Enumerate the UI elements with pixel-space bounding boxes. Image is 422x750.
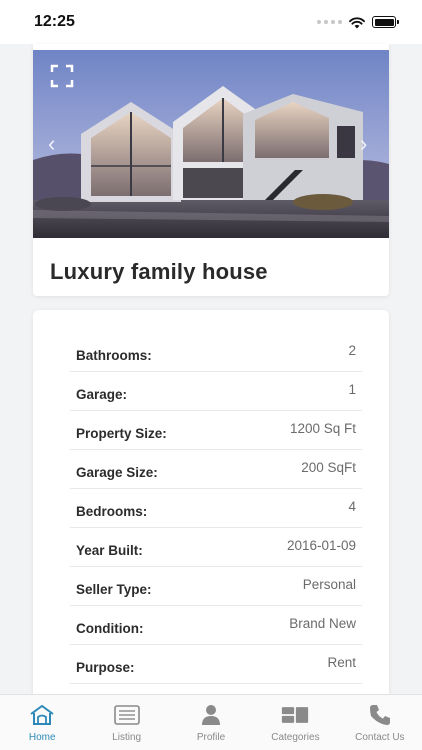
detail-value: 4	[348, 498, 356, 514]
status-time: 12:25	[34, 13, 75, 30]
status-icons	[317, 16, 399, 29]
detail-label: Garage Size:	[76, 464, 158, 480]
detail-row-bathrooms: Bathrooms: 2	[70, 333, 362, 372]
detail-value: 1	[348, 381, 356, 397]
detail-label: Garage:	[76, 386, 128, 402]
profile-icon	[197, 703, 225, 727]
detail-row-seller-type: Seller Type: Personal	[70, 567, 362, 606]
next-image-icon[interactable]: ›	[360, 133, 374, 155]
detail-value: 200 SqFt	[301, 459, 356, 475]
tab-label: Profile	[196, 732, 226, 743]
tab-label: Categories	[271, 732, 320, 743]
signal-icon	[317, 20, 342, 24]
tab-listing[interactable]: Listing	[84, 695, 168, 750]
property-image[interactable]: ‹ ›	[33, 50, 389, 238]
battery-icon	[372, 16, 399, 28]
tab-home[interactable]: Home	[0, 695, 84, 750]
status-bar: 12:25	[0, 0, 422, 44]
detail-row-property-size: Property Size: 1200 Sq Ft	[70, 411, 362, 450]
tab-categories[interactable]: Categories	[253, 695, 337, 750]
detail-label: Condition:	[76, 620, 144, 636]
detail-row-purpose: Purpose: Rent	[70, 645, 362, 684]
detail-label: Year Built:	[76, 542, 143, 558]
tab-label: Home	[28, 732, 56, 743]
detail-value: 1200 Sq Ft	[289, 420, 356, 436]
listing-hero-card: ‹ › Luxury family house	[33, 44, 389, 296]
fullscreen-icon[interactable]	[50, 64, 74, 88]
previous-image-icon[interactable]: ‹	[48, 133, 62, 155]
detail-label: Bedrooms:	[76, 503, 148, 519]
tab-profile[interactable]: Profile	[169, 695, 253, 750]
tab-label: Contact Us	[355, 732, 405, 743]
detail-row-year-built: Year Built: 2016-01-09	[70, 528, 362, 567]
categories-icon	[281, 703, 309, 727]
bottom-tab-bar: Home Listing Profile Categories Contact …	[0, 694, 422, 750]
detail-value: Personal	[302, 576, 356, 592]
detail-label: Seller Type:	[76, 581, 152, 597]
detail-row-condition: Condition: Brand New	[70, 606, 362, 645]
detail-value: Rent	[327, 654, 356, 670]
listing-icon	[113, 703, 141, 727]
detail-label: Property Size:	[76, 425, 167, 441]
home-icon	[28, 703, 56, 727]
detail-value: 2	[348, 342, 356, 358]
tab-contact-us[interactable]: Contact Us	[338, 695, 422, 750]
tab-label: Listing	[112, 732, 142, 743]
detail-label: Bathrooms:	[76, 347, 152, 363]
wifi-icon	[349, 16, 365, 28]
detail-label: Purpose:	[76, 659, 135, 675]
phone-icon	[366, 703, 394, 727]
detail-row-garage: Garage: 1	[70, 372, 362, 411]
detail-value: 2016-01-09	[286, 537, 356, 553]
property-details-card: Bathrooms: 2 Garage: 1 Property Size: 12…	[33, 310, 389, 710]
detail-value: Brand New	[289, 615, 356, 631]
listing-title: Luxury family house	[50, 259, 268, 284]
detail-row-garage-size: Garage Size: 200 SqFt	[70, 450, 362, 489]
detail-row-bedrooms: Bedrooms: 4	[70, 489, 362, 528]
